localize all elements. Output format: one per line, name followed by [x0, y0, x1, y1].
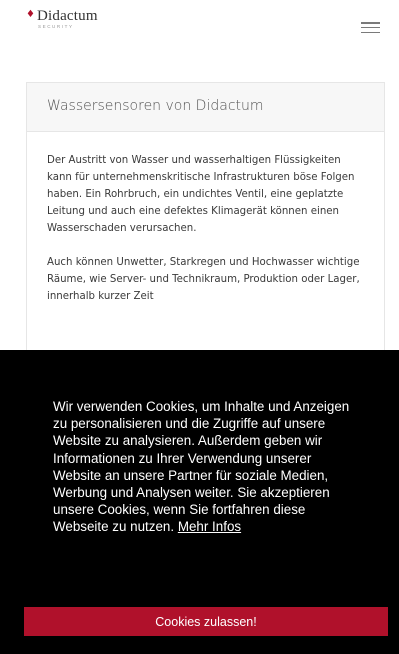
- card-title: Wassersensoren von Didactum: [47, 98, 264, 114]
- card-paragraph-1: Der Austritt von Wasser und wasserhaltig…: [47, 155, 355, 234]
- cookie-text: Wir verwenden Cookies, um Inhalte und An…: [53, 399, 350, 535]
- hamburger-menu-icon[interactable]: [361, 22, 381, 36]
- card-paragraph-2: Auch können Unwetter, Starkregen und Hoc…: [47, 257, 360, 302]
- site-header: ♦ Didactum SECURITY: [0, 0, 399, 56]
- card-header: Wassersensoren von Didactum: [27, 83, 384, 132]
- logo-name: Didactum: [36, 8, 98, 24]
- didactum-logo[interactable]: ♦ Didactum SECURITY: [26, 8, 98, 29]
- card-body: Der Austritt von Wasser und wasserhaltig…: [27, 132, 384, 305]
- more-info-link[interactable]: Mehr Infos: [178, 519, 241, 534]
- cookie-message: Wir verwenden Cookies, um Inhalte und An…: [53, 398, 353, 536]
- allow-cookies-button[interactable]: Cookies zulassen!: [24, 607, 388, 636]
- logo-diamond-icon: ♦: [26, 9, 35, 20]
- cookie-banner: Wir verwenden Cookies, um Inhalte und An…: [0, 350, 399, 654]
